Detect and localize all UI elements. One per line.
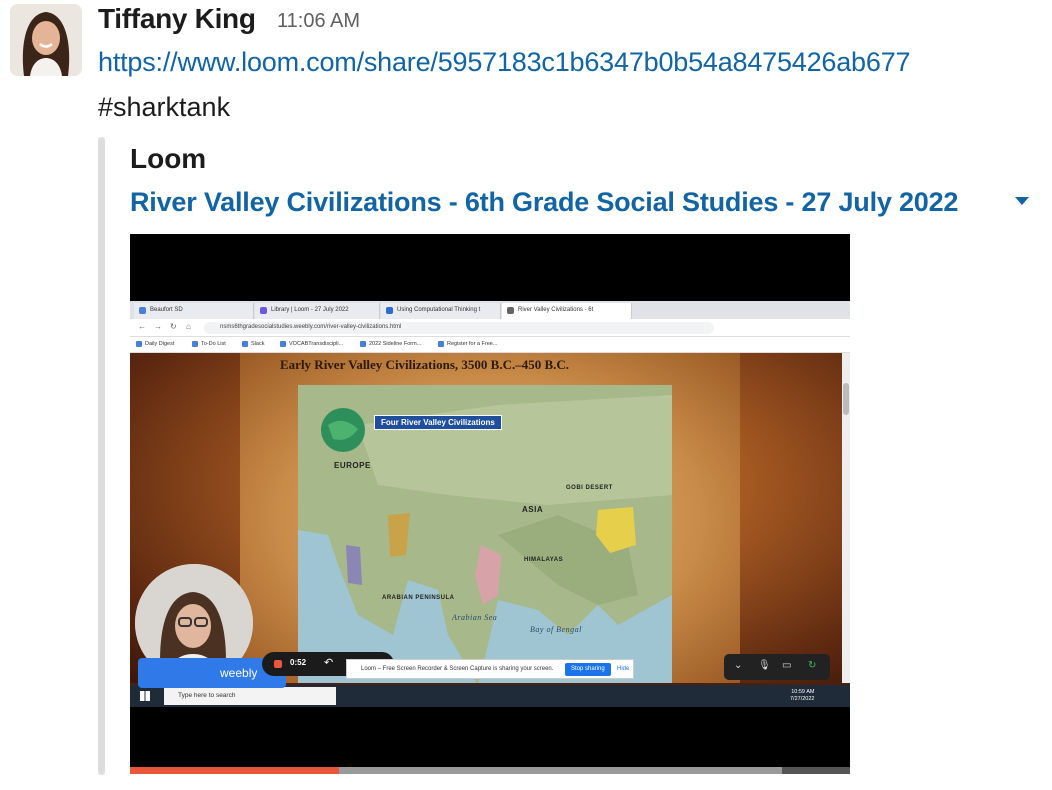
map-label-asia: ASIA	[522, 505, 544, 514]
clock-time: 10:59 AM	[791, 689, 815, 695]
screen-share-notice: Loom – Free Screen Recorder & Screen Cap…	[346, 659, 634, 679]
browser-tab: Beaufort SD	[134, 303, 254, 319]
tab-favicon-icon	[386, 307, 393, 314]
page-scrollbar	[842, 353, 850, 683]
bookmark-item: VOCABTransdiscipli...	[280, 341, 343, 347]
browser-tab: Library | Loom - 27 July 2022	[255, 303, 380, 319]
chevron-down-icon: ⌄	[734, 660, 743, 671]
taskbar-search: Type here to search	[164, 687, 336, 705]
url-field: nsms6thgradesocialstudies.weebly.com/riv…	[204, 322, 714, 334]
undo-icon: ↶	[324, 657, 334, 669]
taskbar-clock: 10:59 AM 7/27/2022	[790, 689, 814, 703]
browser-addressbar: ← → ↻ ⌂ nsms6thgradesocialstudies.weebly…	[130, 319, 850, 337]
tab-label: Using Computational Thinking t	[397, 307, 481, 313]
mic-off-icon: 🎙	[758, 660, 771, 671]
tab-label: Beaufort SD	[150, 307, 183, 313]
home-icon: ⌂	[186, 322, 191, 331]
refresh-icon: ↻	[808, 660, 817, 671]
message-link[interactable]: https://www.loom.com/share/5957183c1b634…	[98, 47, 911, 78]
browser-tab: Using Computational Thinking t	[381, 303, 501, 319]
bookmark-item: Daily Digest	[136, 341, 174, 347]
unfurl-title-link[interactable]: River Valley Civilizations - 6th Grade S…	[130, 187, 958, 218]
scroll-thumb	[843, 383, 849, 415]
attachment-bar	[98, 137, 105, 775]
map-label-bay-of-bengal: Bay of Bengal	[530, 625, 582, 634]
tab-favicon-icon	[139, 307, 146, 314]
map-label-himalayas: HIMALAYAS	[524, 557, 564, 563]
camera-off-icon: ▭	[782, 660, 792, 671]
browser-tabstrip: Beaufort SD Library | Loom - 27 July 202…	[130, 301, 850, 319]
camera-mic-controls: ⌄ 🎙 ▭ ↻	[724, 654, 830, 680]
map-label-arabian-peninsula: ARABIAN PENINSULA	[382, 595, 455, 601]
video-player[interactable]: Beaufort SD Library | Loom - 27 July 202…	[130, 234, 850, 774]
stop-sharing-button: Stop sharing	[565, 663, 611, 676]
avatar[interactable]	[10, 4, 82, 76]
sender-name[interactable]: Tiffany King	[98, 3, 256, 35]
map-image: Four River Valley Civilizations EUROPE A…	[298, 385, 672, 683]
page-heading: Early River Valley Civilizations, 3500 B…	[280, 357, 570, 372]
url-text: nsms6thgradesocialstudies.weebly.com/riv…	[220, 324, 402, 330]
video-progress-bar[interactable]	[130, 767, 850, 774]
bookmark-item: Slack	[242, 341, 264, 347]
browser-tab-active: River Valley Civilizations - 6t	[502, 303, 632, 319]
stop-recording-icon	[274, 660, 282, 668]
hide-button: Hide	[617, 666, 630, 672]
progress-played	[130, 767, 339, 774]
forward-icon: →	[154, 322, 162, 331]
collapse-caret-icon[interactable]	[1015, 197, 1029, 205]
map-label-arabian-sea: Arabian Sea	[452, 613, 498, 622]
tab-favicon-icon	[260, 307, 267, 314]
reload-icon: ↻	[170, 322, 177, 331]
message-text: #sharktank	[98, 92, 231, 122]
map-label-gobi: GOBI DESERT	[566, 485, 613, 491]
clock-date: 7/27/2022	[790, 696, 815, 702]
windows-taskbar: Type here to search 10:59 AM 7/27/2022	[130, 685, 850, 707]
map-label-europe: EUROPE	[334, 461, 371, 470]
unfurl-provider: Loom	[130, 143, 207, 174]
tab-label: Library | Loom - 27 July 2022	[271, 307, 349, 313]
windows-start-icon	[140, 691, 150, 701]
avatar-photo	[10, 4, 82, 76]
bookmarks-bar: Daily Digest To-Do List Slack VOCABTrans…	[130, 337, 850, 353]
bookmark-item: To-Do List	[192, 341, 226, 347]
recording-time: 0:52	[290, 658, 307, 667]
progress-buffered	[338, 767, 782, 774]
bookmark-item: 2022 Sideline Form...	[360, 341, 421, 347]
back-icon: ←	[138, 322, 146, 331]
map-banner: Four River Valley Civilizations	[374, 415, 502, 430]
bookmark-item: Register for a Free...	[438, 341, 497, 347]
tab-label: River Valley Civilizations - 6t	[518, 307, 594, 313]
share-notice-text: Loom – Free Screen Recorder & Screen Cap…	[361, 666, 554, 672]
message-timestamp[interactable]: 11:06 AM	[277, 10, 360, 33]
tab-favicon-icon	[507, 307, 514, 314]
